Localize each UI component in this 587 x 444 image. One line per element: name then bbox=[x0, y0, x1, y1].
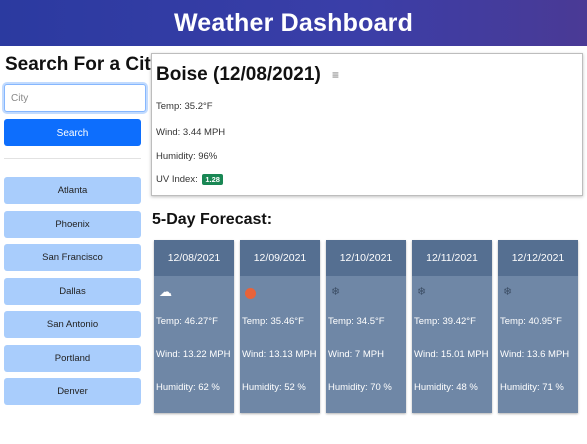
forecast-date: 12/11/2021 bbox=[412, 240, 492, 276]
mist-icon: ≡ bbox=[332, 67, 340, 82]
history-city-button[interactable]: Portland bbox=[4, 344, 141, 372]
history-city-button[interactable]: Atlanta bbox=[4, 177, 141, 204]
uv-label: UV Index: bbox=[156, 174, 198, 185]
forecast-card: 12/09/2021 Temp: 35.46°F Wind: 13.13 MPH… bbox=[240, 240, 320, 413]
search-history-list: Atlanta Phoenix San Francisco Dallas San… bbox=[4, 177, 141, 412]
current-temp: Temp: 35.2°F bbox=[156, 101, 213, 112]
forecast-date: 12/09/2021 bbox=[240, 240, 320, 276]
forecast-date: 12/08/2021 bbox=[154, 240, 234, 276]
snow-icon: ❄ bbox=[331, 286, 341, 298]
forecast-humidity: Humidity: 70 % bbox=[328, 382, 392, 393]
current-weather-card: Boise (12/08/2021) ≡ Temp: 35.2°F Wind: … bbox=[151, 53, 583, 196]
history-city-button[interactable]: Denver bbox=[4, 378, 141, 405]
forecast-humidity: Humidity: 52 % bbox=[242, 382, 306, 393]
forecast-date: 12/10/2021 bbox=[326, 240, 406, 276]
forecast-temp: Temp: 35.46°F bbox=[242, 316, 304, 327]
search-button[interactable]: Search bbox=[4, 119, 141, 146]
current-wind: Wind: 3.44 MPH bbox=[156, 127, 226, 138]
page-header: Weather Dashboard bbox=[0, 0, 587, 46]
search-title: Search For a City: bbox=[5, 54, 168, 75]
uv-badge: 1.28 bbox=[202, 174, 223, 185]
city-search-input[interactable] bbox=[4, 84, 146, 112]
history-city-button[interactable]: San Antonio bbox=[4, 311, 141, 338]
forecast-wind: Wind: 13.22 MPH bbox=[156, 349, 231, 360]
current-weather-title: Boise (12/08/2021) ≡ bbox=[156, 64, 339, 86]
forecast-wind: Wind: 7 MPH bbox=[328, 349, 384, 360]
forecast-temp: Temp: 34.5°F bbox=[328, 316, 385, 327]
sun-icon bbox=[245, 287, 256, 303]
forecast-card: 12/11/2021 ❄ Temp: 39.42°F Wind: 15.01 M… bbox=[412, 240, 492, 413]
forecast-wind: Wind: 15.01 MPH bbox=[414, 349, 489, 360]
forecast-temp: Temp: 39.42°F bbox=[414, 316, 476, 327]
forecast-card: 12/08/2021 ☁ Temp: 46.27°F Wind: 13.22 M… bbox=[154, 240, 234, 413]
forecast-date: 12/12/2021 bbox=[498, 240, 578, 276]
history-city-button[interactable]: Phoenix bbox=[4, 210, 141, 238]
forecast-card: 12/10/2021 ❄ Temp: 34.5°F Wind: 7 MPH Hu… bbox=[326, 240, 406, 413]
snow-icon: ❄ bbox=[417, 286, 427, 298]
forecast-card: 12/12/2021 ❄ Temp: 40.95°F Wind: 13.6 MP… bbox=[498, 240, 578, 413]
current-humidity: Humidity: 96% bbox=[156, 151, 218, 162]
forecast-humidity: Humidity: 48 % bbox=[414, 382, 478, 393]
forecast-wind: Wind: 13.13 MPH bbox=[242, 349, 317, 360]
forecast-humidity: Humidity: 62 % bbox=[156, 382, 220, 393]
forecast-temp: Temp: 46.27°F bbox=[156, 316, 218, 327]
snow-icon: ❄ bbox=[503, 286, 513, 298]
forecast-wind: Wind: 13.6 MPH bbox=[500, 349, 570, 360]
partly-cloudy-icon: ☁ bbox=[159, 284, 172, 299]
history-city-button[interactable]: San Francisco bbox=[4, 244, 141, 271]
history-city-button[interactable]: Dallas bbox=[4, 277, 141, 305]
forecast-humidity: Humidity: 71 % bbox=[500, 382, 564, 393]
divider bbox=[4, 158, 141, 159]
forecast-temp: Temp: 40.95°F bbox=[500, 316, 562, 327]
current-city-date: Boise (12/08/2021) bbox=[156, 64, 321, 85]
forecast-title: 5-Day Forecast: bbox=[152, 211, 273, 228]
current-uv: UV Index: 1.28 bbox=[156, 174, 223, 185]
